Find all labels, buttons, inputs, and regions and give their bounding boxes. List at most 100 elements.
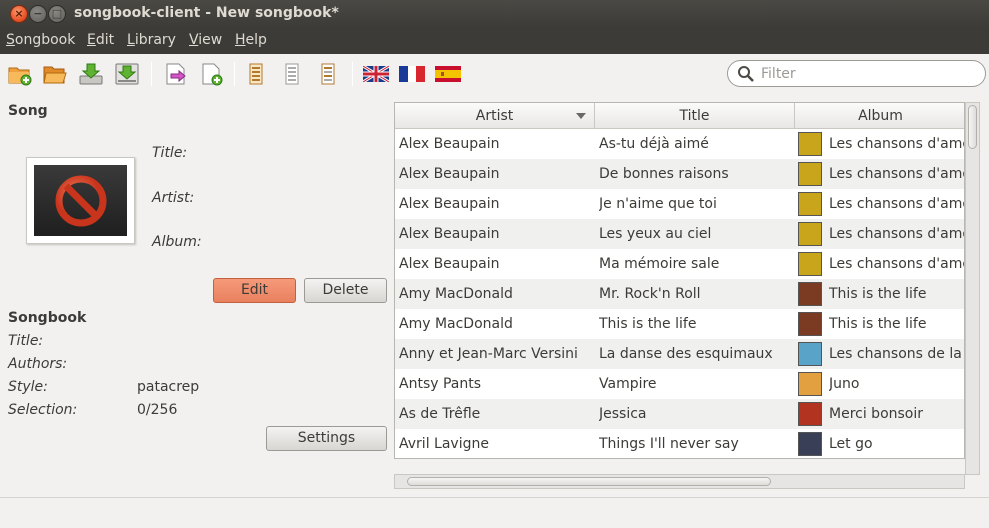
cell-album: Les chansons d'amour: [829, 166, 964, 182]
window-minimize-button[interactable]: −: [29, 5, 47, 23]
title-bar: × − □ songbook-client - New songbook*: [0, 0, 989, 28]
table-row[interactable]: Anny et Jean-Marc Versini La danse des es…: [395, 339, 964, 369]
cell-artist: Alex Beaupain: [399, 196, 500, 212]
cell-artist: Alex Beaupain: [399, 226, 500, 242]
table-row[interactable]: Alex Beaupain Les yeux au ciel Les chanson…: [395, 219, 964, 249]
album-cover-icon: [798, 132, 822, 156]
english-language-button[interactable]: [362, 60, 390, 88]
cell-album: Merci bonsoir: [829, 406, 924, 422]
toolbar-separator: [352, 62, 353, 86]
menu-edit-rest: dit: [95, 32, 115, 48]
album-cover-icon: [798, 432, 822, 456]
no-cover-icon: [55, 175, 106, 226]
filter-input[interactable]: [761, 64, 971, 83]
album-cover-icon: [798, 222, 822, 246]
new-songbook-button[interactable]: [6, 60, 34, 88]
menu-help-rest: elp: [245, 32, 267, 48]
table-row[interactable]: Avril Lavigne Things I'll never say Let go: [395, 429, 964, 458]
table-row[interactable]: Amy MacDonald Mr. Rock'n Roll This is the …: [395, 279, 964, 309]
cell-title: La danse des esquimaux: [599, 346, 773, 362]
window-title: songbook-client - New songbook*: [74, 5, 339, 21]
song-table[interactable]: Artist Title Album Alex Beaupain As-tu dé…: [394, 102, 965, 459]
open-songbook-button[interactable]: [41, 60, 69, 88]
cell-title: Jessica: [599, 406, 647, 422]
songbook-selection-label: Selection:: [8, 402, 78, 418]
column-header-artist[interactable]: Artist: [395, 103, 595, 129]
table-row[interactable]: Antsy Pants Vampire Juno: [395, 369, 964, 399]
songbook-heading: Songbook: [8, 310, 87, 326]
song-artist-label: Artist:: [152, 190, 195, 206]
open-songbook-icon: [43, 66, 67, 84]
unselect-all-button[interactable]: [278, 60, 306, 88]
window-maximize-button[interactable]: □: [48, 5, 66, 23]
save-songbook-button[interactable]: [77, 60, 105, 88]
table-row[interactable]: As de Trêfle Jessica Merci bonsoir: [395, 399, 964, 429]
menu-view-rest: iew: [198, 32, 223, 48]
cell-album: Les chansons d'amour: [829, 136, 964, 152]
cover-placeholder: [34, 165, 127, 236]
menu-help[interactable]: Help: [235, 32, 267, 48]
status-bar: [0, 497, 989, 528]
cell-title: Ma mémoire sale: [599, 256, 720, 272]
cell-title: Les yeux au ciel: [599, 226, 712, 242]
spanish-language-button[interactable]: [434, 60, 462, 88]
cell-title: Things I'll never say: [599, 436, 739, 452]
column-header-title[interactable]: Title: [595, 103, 795, 129]
save-as-songbook-button[interactable]: [113, 60, 141, 88]
cell-artist: Amy MacDonald: [399, 316, 513, 332]
select-all-button[interactable]: [242, 60, 270, 88]
table-row[interactable]: Alex Beaupain Ma mémoire sale Les chansons…: [395, 249, 964, 279]
cell-title: Mr. Rock'n Roll: [599, 286, 701, 302]
search-icon: [738, 66, 754, 82]
table-row[interactable]: Alex Beaupain De bonnes raisons Les chanso…: [395, 159, 964, 189]
cell-title: Je n'aime que toi: [599, 196, 717, 212]
cell-album: Juno: [829, 376, 860, 392]
album-cover-icon: [798, 252, 822, 276]
horizontal-scroll-thumb[interactable]: [407, 477, 771, 486]
cell-artist: Alex Beaupain: [399, 256, 500, 272]
filter-field[interactable]: [727, 60, 986, 87]
menu-edit[interactable]: Edit: [87, 32, 114, 48]
new-song-icon: [202, 63, 223, 86]
new-song-button[interactable]: [198, 60, 226, 88]
settings-button[interactable]: Settings: [266, 426, 387, 451]
table-row[interactable]: Alex Beaupain Je n'aime que toi Les chanso…: [395, 189, 964, 219]
edit-button[interactable]: Edit: [213, 278, 296, 303]
menu-edit-mnemonic: E: [87, 32, 96, 48]
menu-bar: Songbook Edit Library View Help: [0, 28, 989, 54]
cell-artist: Amy MacDonald: [399, 286, 513, 302]
table-row[interactable]: Alex Beaupain As-tu déjà aimé Les chansons…: [395, 129, 964, 159]
menu-library-mnemonic: L: [127, 32, 135, 48]
column-header-album[interactable]: Album: [795, 103, 964, 129]
vertical-scrollbar[interactable]: [965, 102, 980, 475]
cell-title: This is the life: [599, 316, 697, 332]
cell-artist: Antsy Pants: [399, 376, 482, 392]
cell-album: Les chansons d'amour: [829, 196, 964, 212]
menu-library-rest: ibrary: [134, 32, 176, 48]
cell-title: De bonnes raisons: [599, 166, 729, 182]
delete-button[interactable]: Delete: [304, 278, 387, 303]
menu-library[interactable]: Library: [127, 32, 176, 48]
album-cover-icon: [798, 402, 822, 426]
cell-title: Vampire: [599, 376, 657, 392]
menu-songbook[interactable]: Songbook: [6, 32, 75, 48]
import-songs-button[interactable]: [162, 60, 190, 88]
menu-songbook-mnemonic: S: [6, 32, 15, 48]
album-cover-icon: [798, 372, 822, 396]
menu-songbook-rest: ongbook: [14, 32, 76, 48]
table-row[interactable]: Amy MacDonald This is the life This is the…: [395, 309, 964, 339]
horizontal-scrollbar[interactable]: [394, 474, 965, 489]
cell-album: Les chansons d'amour: [829, 256, 964, 272]
songbook-selection-value: 0/256: [137, 402, 178, 418]
toolbar-separator: [151, 62, 152, 86]
album-cover-icon: [798, 312, 822, 336]
french-language-button[interactable]: [398, 60, 426, 88]
album-cover-icon: [798, 282, 822, 306]
toolbar: [0, 54, 989, 96]
invert-selection-button[interactable]: [314, 60, 342, 88]
cell-album: This is the life: [829, 316, 927, 332]
menu-view[interactable]: View: [189, 32, 222, 48]
vertical-scroll-thumb[interactable]: [968, 105, 977, 149]
album-cover-icon: [798, 162, 822, 186]
window-close-button[interactable]: ×: [10, 5, 28, 23]
